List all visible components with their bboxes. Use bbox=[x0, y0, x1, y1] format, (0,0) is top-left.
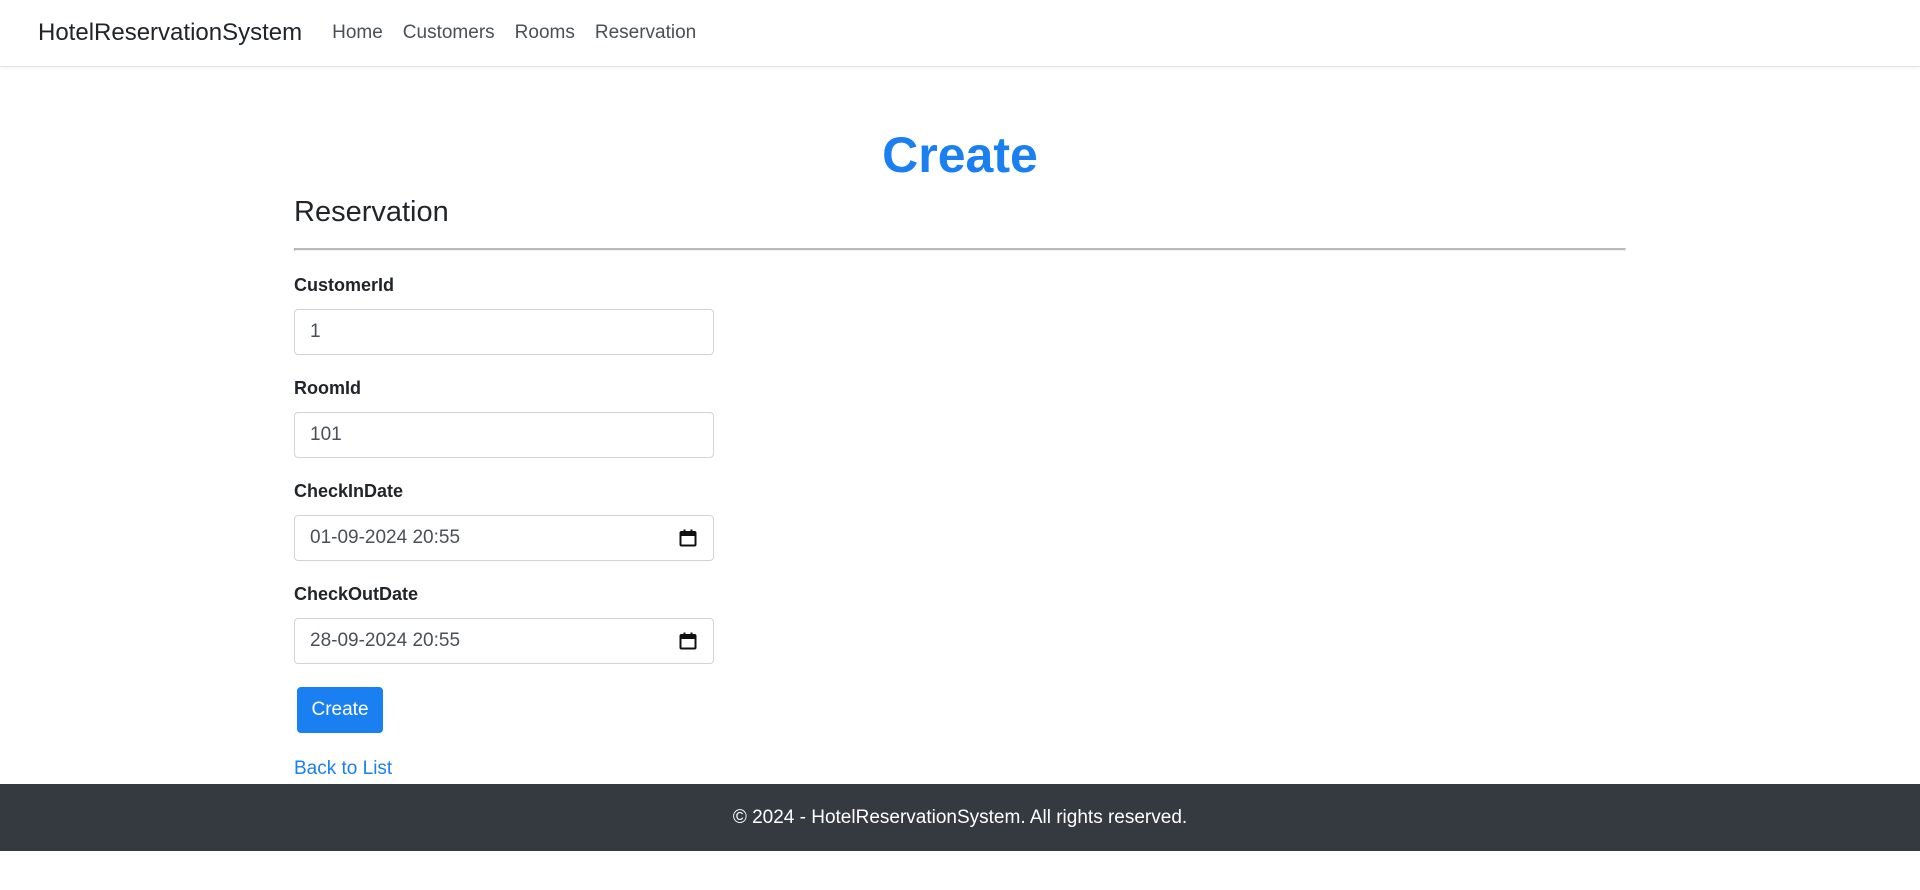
check-in-date-input[interactable] bbox=[294, 515, 714, 561]
section-title: Reservation bbox=[294, 196, 449, 228]
section-divider bbox=[294, 248, 1626, 251]
page-footer: © 2024 - HotelReservationSystem. All rig… bbox=[0, 784, 1920, 851]
nav-link-customers[interactable]: Customers bbox=[403, 22, 495, 44]
nav-link-reservation[interactable]: Reservation bbox=[595, 22, 696, 44]
room-id-input[interactable] bbox=[294, 412, 714, 458]
customer-id-label: CustomerId bbox=[294, 275, 395, 295]
check-out-date-label: CheckOutDate bbox=[294, 584, 419, 604]
footer-copyright: © 2024 - HotelReservationSystem. All rig… bbox=[732, 806, 1188, 828]
check-out-date-input[interactable] bbox=[294, 618, 714, 664]
nav-link-rooms[interactable]: Rooms bbox=[515, 22, 575, 44]
calendar-icon[interactable] bbox=[679, 529, 697, 547]
nav-link-home[interactable]: Home bbox=[332, 22, 383, 44]
page-title: Create bbox=[882, 127, 1038, 183]
back-to-list-link[interactable]: Back to List bbox=[294, 758, 392, 780]
top-navbar: HotelReservationSystem Home Customers Ro… bbox=[0, 0, 1920, 67]
check-in-date-label: CheckInDate bbox=[294, 481, 404, 501]
customer-id-input[interactable] bbox=[294, 309, 714, 355]
check-in-date-field bbox=[294, 515, 714, 561]
brand-link[interactable]: HotelReservationSystem bbox=[38, 19, 302, 47]
room-id-label: RoomId bbox=[294, 378, 361, 398]
create-button[interactable]: Create bbox=[297, 687, 383, 733]
calendar-icon[interactable] bbox=[679, 632, 697, 650]
check-out-date-field bbox=[294, 618, 714, 664]
